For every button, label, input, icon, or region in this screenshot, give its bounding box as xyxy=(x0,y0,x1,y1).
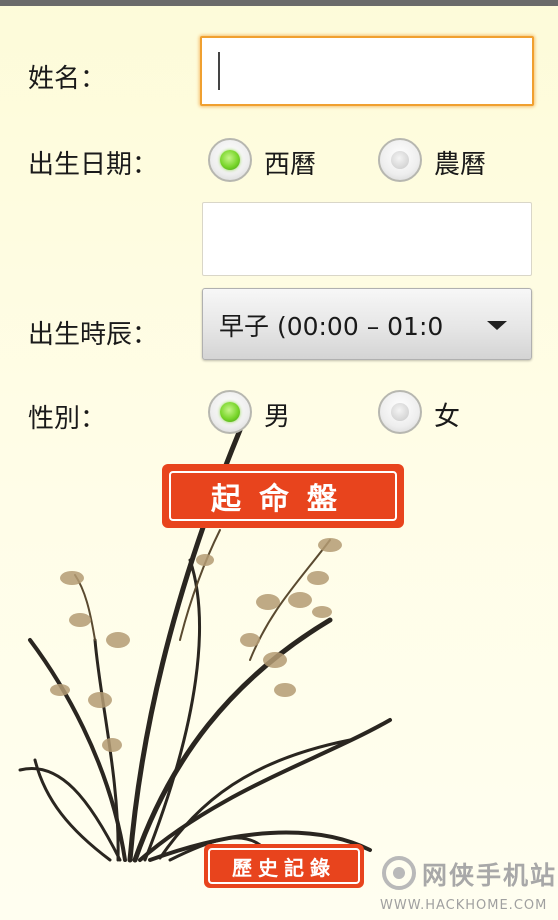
watermark-url: WWW.HACKHOME.COM xyxy=(380,898,548,913)
dropdown-arrow-icon xyxy=(487,321,507,330)
radio-dot xyxy=(391,151,409,169)
birth-date-input[interactable] xyxy=(202,202,532,276)
radio-male[interactable] xyxy=(208,390,252,434)
gender-label: 性別： xyxy=(28,404,107,434)
birth-hour-label: 出生時辰： xyxy=(28,320,159,350)
watermark-brand: 网侠手机站 xyxy=(422,861,558,890)
male-label[interactable]: 男 xyxy=(264,396,290,433)
radio-lunar-calendar[interactable] xyxy=(378,138,422,182)
history-button[interactable]: 歷史記錄 xyxy=(204,844,364,888)
name-input[interactable] xyxy=(200,36,534,106)
radio-dot xyxy=(391,403,409,421)
radio-dot xyxy=(220,402,240,422)
watermark-logo-icon xyxy=(382,856,416,890)
name-label: 姓名： xyxy=(28,64,107,94)
radio-female[interactable] xyxy=(378,390,422,434)
birth-date-label: 出生日期： xyxy=(28,150,159,180)
radio-solar-calendar[interactable] xyxy=(208,138,252,182)
text-cursor xyxy=(218,52,220,90)
start-chart-button[interactable]: 起命盤 xyxy=(162,464,404,528)
lunar-calendar-label[interactable]: 農曆 xyxy=(434,144,486,181)
solar-calendar-label[interactable]: 西曆 xyxy=(264,144,316,181)
start-chart-label: 起命盤 xyxy=(211,482,355,517)
birth-hour-dropdown[interactable]: 早子 (00:00 – 01:0 xyxy=(202,288,532,360)
history-label: 歷史記錄 xyxy=(232,855,336,880)
radio-dot xyxy=(220,150,240,170)
female-label[interactable]: 女 xyxy=(434,396,460,433)
orchid-painting xyxy=(18,427,392,863)
birth-hour-value: 早子 (00:00 – 01:0 xyxy=(219,312,444,341)
